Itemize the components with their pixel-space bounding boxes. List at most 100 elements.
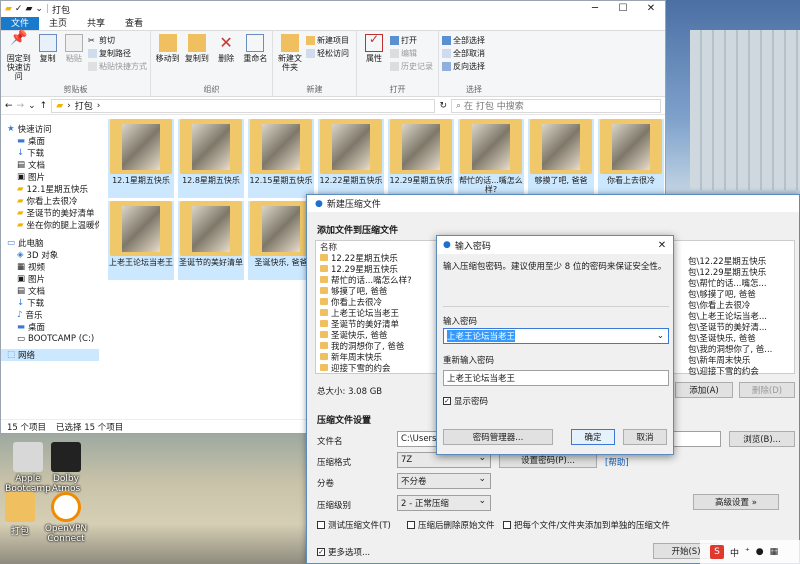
tab-share[interactable]: 共享 (77, 17, 115, 30)
folder-item[interactable]: 帮忙的话...嘴怎么样? (458, 119, 524, 198)
nav-item-downloads[interactable]: ↓ 下载 (1, 147, 99, 159)
nav-item-desktop[interactable]: ▬ 桌面 (1, 135, 99, 147)
scissors-icon: ✂ (88, 36, 95, 45)
select-none-button[interactable]: 全部取消 (442, 48, 485, 59)
password-manager-button[interactable]: 密码管理器... (443, 429, 553, 445)
nav-item-music[interactable]: ♪ 音乐 (1, 309, 99, 321)
password-input[interactable]: 上老王论坛当老王 ⌄ (443, 328, 669, 344)
wallpaper-building (690, 30, 800, 190)
punctuation-icon[interactable]: ⁺ (745, 547, 750, 557)
confirm-password-input[interactable]: 上老王论坛当老王 (443, 370, 669, 386)
paste-shortcut-button[interactable]: 粘贴快捷方式 (88, 61, 147, 72)
easy-access-button[interactable]: 轻松访问 (306, 48, 349, 59)
nav-item-folder[interactable]: ▰ 坐在你的腿上温暖你 (1, 219, 99, 231)
nav-item-3d[interactable]: ◈ 3D 对象 (1, 249, 99, 261)
nav-item-videos[interactable]: ▦ 视频 (1, 261, 99, 273)
ime-toolbar: S 中 ⁺ ● ▦ (700, 540, 800, 564)
select-all-button[interactable]: 全部选择 (442, 35, 485, 46)
edit-button[interactable]: 编辑 (390, 48, 433, 59)
help-link[interactable]: [帮助] (605, 456, 629, 468)
add-files-heading: 添加文件到压缩文件 (317, 226, 399, 236)
desktop-icon-openvpn[interactable]: OpenVPN Connect (38, 492, 94, 544)
new-folder-quick-icon[interactable]: ▰ (25, 4, 32, 14)
nav-item-network[interactable]: ⬚ 网络 (1, 349, 99, 361)
archive-settings-heading: 压缩文件设置 (317, 416, 372, 426)
tab-file[interactable]: 文件 (1, 17, 40, 30)
split-select[interactable]: 不分卷 (397, 473, 491, 489)
properties-icon[interactable]: ✓ (15, 4, 23, 14)
cut-button[interactable]: ✂ 剪切 (88, 35, 147, 46)
folder-item[interactable]: 12.1星期五快乐 (108, 119, 174, 198)
nav-item-folder[interactable]: ▰ 圣诞节的美好清单 (1, 207, 99, 219)
test-archive-checkbox[interactable]: 测试压缩文件(T) (317, 519, 391, 531)
nav-item-documents[interactable]: ▤ 文档 (1, 159, 99, 171)
address-box[interactable]: ▰ › 打包 › (51, 98, 436, 113)
advanced-settings-button[interactable]: 高级设置 » (693, 494, 779, 510)
nav-item-downloads-pc[interactable]: ↓ 下载 (1, 297, 99, 309)
delete-button[interactable]: 删除(D) (739, 382, 795, 398)
forward-arrow-icon[interactable]: → (17, 101, 25, 111)
nav-item-documents-pc[interactable]: ▤ 文档 (1, 285, 99, 297)
folder-thumbnail (180, 119, 242, 174)
folder-item[interactable]: 你看上去很冷 (598, 119, 664, 198)
folder-item[interactable]: 够摸了吧, 爸爸 (528, 119, 594, 198)
folder-item[interactable]: 12.22星期五快乐 (318, 119, 384, 198)
recent-chevron-icon[interactable]: ⌄ (28, 101, 36, 111)
open-button[interactable]: 打开 (390, 35, 433, 46)
ribbon-group-label: 新建 (306, 85, 323, 94)
keyboard-icon[interactable]: ▦ (770, 547, 779, 557)
copy-path-button[interactable]: 复制路径 (88, 48, 147, 59)
cancel-button[interactable]: 取消 (623, 429, 667, 445)
tab-home[interactable]: 主页 (39, 17, 77, 30)
openvpn-icon (51, 492, 81, 522)
add-button[interactable]: 添加(A) (675, 382, 733, 398)
nav-item-desktop-pc[interactable]: ▬ 桌面 (1, 321, 99, 333)
close-button[interactable]: ✕ (651, 240, 673, 251)
nav-item-this-pc[interactable]: ▭ 此电脑 (1, 237, 99, 249)
level-select[interactable]: 2 - 正常压缩 (397, 495, 491, 511)
delete-after-checkbox[interactable]: 压缩后删除原始文件 (407, 519, 495, 531)
up-arrow-icon[interactable]: ↑ (40, 101, 48, 111)
back-arrow-icon[interactable]: ← (5, 101, 13, 111)
tab-view[interactable]: 查看 (115, 17, 153, 30)
folder-item[interactable]: 12.15星期五快乐 (248, 119, 314, 198)
sogou-ime-icon[interactable]: S (710, 545, 724, 559)
folder-item[interactable]: 12.29星期五快乐 (388, 119, 454, 198)
refresh-icon[interactable]: ↻ (439, 101, 447, 111)
password-dialog: ● 输入密码 ✕ 输入压缩包密码。建议使用至少 8 位的密码来保证安全性。 输入… (436, 235, 674, 455)
show-password-checkbox[interactable]: ✓ 显示密码 (443, 395, 488, 407)
invert-selection-button[interactable]: 反向选择 (442, 61, 485, 72)
separate-archive-checkbox[interactable]: 把每个文件/文件夹添加到单独的压缩文件 (503, 519, 670, 531)
minimize-button[interactable]: ─ (581, 1, 609, 17)
folder-icon (320, 320, 328, 327)
folder-item[interactable]: 圣诞快乐, 爸爸 (248, 201, 314, 280)
checkbox-box (503, 521, 511, 529)
ime-mode-label[interactable]: 中 (730, 546, 739, 559)
folder-thumbnail (110, 119, 172, 174)
close-button[interactable]: ✕ (637, 1, 665, 17)
ribbon-group-label: 选择 (466, 85, 482, 94)
maximize-button[interactable]: ☐ (609, 1, 637, 17)
desktop-icon-dolby[interactable]: Dolby Atmos (38, 442, 94, 494)
nav-item-folder[interactable]: ▰ 12.1星期五快乐 (1, 183, 99, 195)
nav-item-folder[interactable]: ▰ 你看上去很冷 (1, 195, 99, 207)
archive-title: 新建压缩文件 (326, 200, 381, 210)
chevron-down-icon[interactable]: ⌄ (657, 331, 664, 341)
chevron-down-icon[interactable]: ⌄ (35, 4, 43, 14)
more-options-checkbox[interactable]: ✓ 更多选项... (317, 546, 370, 558)
document-icon: ▤ (17, 160, 26, 170)
folder-item[interactable]: 12.8星期五快乐 (178, 119, 244, 198)
history-button[interactable]: 历史记录 (390, 61, 433, 72)
microphone-icon[interactable]: ● (756, 547, 764, 557)
nav-item-drive-c[interactable]: ▭ BOOTCAMP (C:) (1, 333, 99, 345)
nav-item-quick-access[interactable]: ★ 快速访问 (1, 123, 99, 135)
browse-button[interactable]: 浏览(B)... (729, 431, 795, 447)
search-input[interactable]: ⌕ 在 打包 中搜索 (451, 98, 661, 113)
ok-button[interactable]: 确定 (571, 429, 615, 445)
new-item-button[interactable]: 新建项目 (306, 35, 349, 46)
nav-item-pictures[interactable]: ▣ 图片 (1, 171, 99, 183)
folder-icon (320, 309, 328, 316)
folder-item[interactable]: 圣诞节的美好清单 (178, 201, 244, 280)
nav-item-pictures-pc[interactable]: ▣ 图片 (1, 273, 99, 285)
folder-item[interactable]: 上老王论坛当老王 (108, 201, 174, 280)
